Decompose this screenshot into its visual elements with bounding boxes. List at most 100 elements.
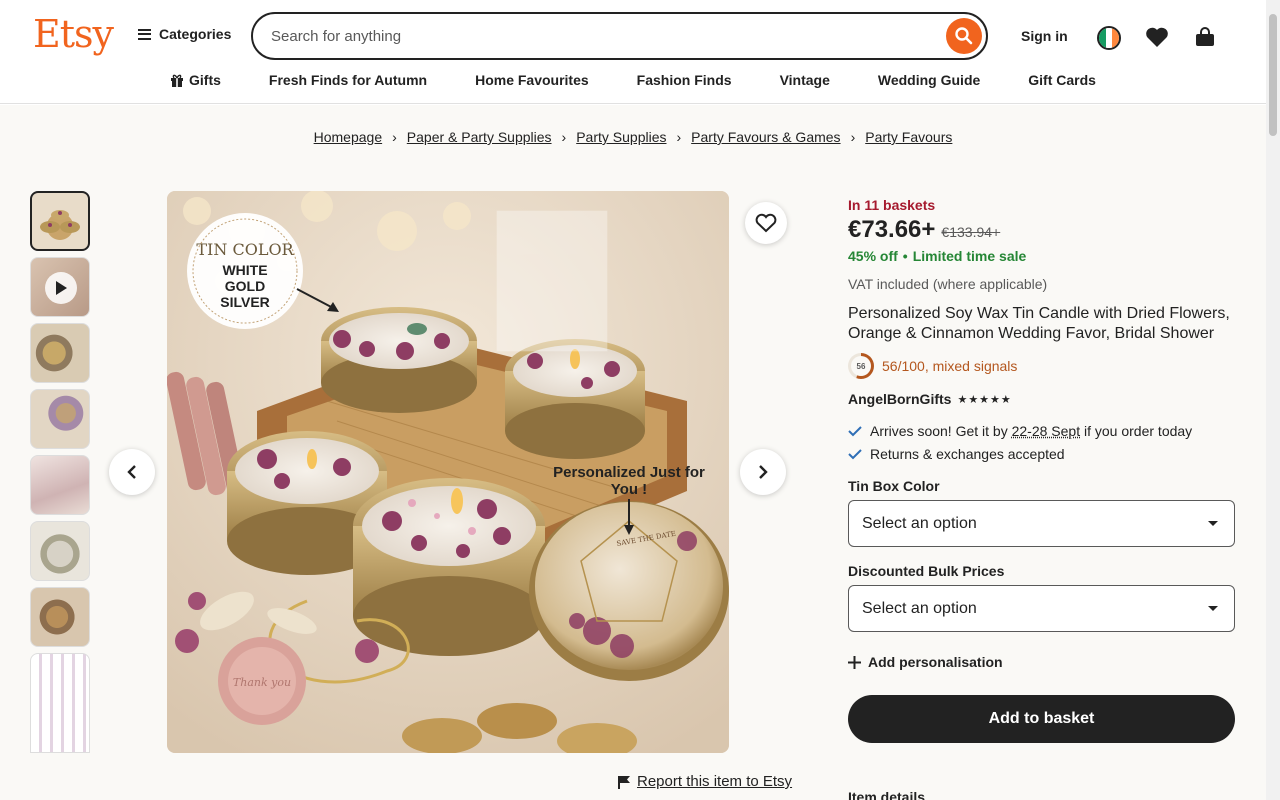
nav-wedding-guide[interactable]: Wedding Guide [878,72,980,88]
badge-gold: GOLD [225,278,265,294]
score-row[interactable]: 56 56/100, mixed signals [848,353,1236,379]
checkmark-icon [848,449,862,460]
thumbnail-5[interactable] [30,455,90,515]
original-price: €133.94+ [941,224,1001,240]
shop-rating-stars: ★★★★★ [957,393,1012,406]
arrival-dates[interactable]: 22-28 Sept [1012,423,1081,439]
candle-thumb-image [40,210,80,233]
badge-white: WHITE [222,262,267,278]
discount-percent: 45% off [848,248,898,264]
shop-name: AngelBornGifts [848,391,952,407]
basket-icon[interactable] [1192,24,1218,50]
arrival-prefix: Arrives soon! Get it by [870,423,1012,439]
favorite-button[interactable] [745,202,787,244]
sub-navigation: Gifts Fresh Finds for Autumn Home Favour… [0,72,1266,88]
vat-note: VAT included (where applicable) [848,276,1048,292]
search-button[interactable] [946,18,982,54]
sign-in-link[interactable]: Sign in [1021,28,1068,44]
scrollbar-thumb[interactable] [1269,14,1277,136]
nav-fresh-finds[interactable]: Fresh Finds for Autumn [269,72,427,88]
search-bar [251,12,988,60]
plus-icon [848,655,861,669]
svg-text:Thank you: Thank you [233,676,291,689]
report-item-link[interactable]: Report this item to Etsy [617,773,792,790]
caret-down-icon [1208,521,1218,526]
chevron-right-icon: › [676,129,682,145]
breadcrumb-paper-party[interactable]: Paper & Party Supplies [407,129,552,145]
tin-box-color-select[interactable]: Select an option [848,500,1235,547]
nav-home-favourites[interactable]: Home Favourites [475,72,589,88]
chevron-right-icon: › [392,129,397,145]
gift-icon [171,74,184,87]
caret-down-icon [1208,606,1218,611]
score-badge: 56 [851,356,871,376]
categories-button[interactable]: Categories [138,26,231,42]
add-to-basket-button[interactable]: Add to basket [848,695,1235,743]
candle-photo-illustration: SAVE THE DATE Thank you TIN COLOR WHITE … [167,191,729,753]
main-product-image[interactable]: SAVE THE DATE Thank you TIN COLOR WHITE … [167,191,729,753]
arrival-suffix: if you order today [1080,423,1193,439]
thumbnail-video[interactable] [30,257,90,317]
item-details-heading[interactable]: Item details [848,789,1236,800]
thumbnail-1[interactable] [30,191,90,251]
categories-label: Categories [159,26,232,42]
thumbnail-7[interactable] [30,587,90,647]
chevron-right-icon: › [561,129,567,145]
thumbnail-6[interactable] [30,521,90,581]
bulk-prices-value: Select an option [862,599,977,617]
chevron-left-icon [127,465,136,479]
listing-page: Homepage › Paper & Party Supplies › Part… [0,105,1266,800]
breadcrumb-party-favours-games[interactable]: Party Favours & Games [691,129,840,145]
breadcrumb-homepage[interactable]: Homepage [314,129,383,145]
etsy-logo[interactable]: Etsy [33,12,114,56]
nav-vintage[interactable]: Vintage [780,72,830,88]
listing-title: Personalized Soy Wax Tin Candle with Dri… [848,305,1230,342]
chevron-right-icon [759,465,768,479]
thumbnail-4[interactable] [30,389,90,449]
thumbnail-strip [30,191,90,753]
badge-tin-color: TIN COLOR [196,240,294,259]
menu-icon [138,28,151,40]
returns-row: Returns & exchanges accepted [848,446,1236,462]
thumbnail-8[interactable] [30,653,90,753]
listing-info-panel: In 11 baskets €73.66+ €133.94+ 45% off • L… [848,197,1236,800]
nav-gifts[interactable]: Gifts [170,72,221,88]
chevron-right-icon: › [850,129,856,145]
bulk-prices-select[interactable]: Select an option [848,585,1235,632]
current-price: €73.66+ [848,216,936,243]
price-row: €73.66+ €133.94+ [848,216,1236,244]
shop-row[interactable]: AngelBornGifts ★★★★★ [848,391,1236,407]
nav-fashion-finds[interactable]: Fashion Finds [637,72,732,88]
next-image-button[interactable] [740,449,786,495]
previous-image-button[interactable] [109,449,155,495]
breadcrumb: Homepage › Paper & Party Supplies › Part… [0,129,1266,145]
arrival-row: Arrives soon! Get it by 22-28 Sept if yo… [848,423,1236,439]
site-header: Etsy Categories Sign in Gifts Fresh Find… [0,0,1266,104]
search-input[interactable] [271,25,931,47]
heart-outline-icon [755,213,777,233]
nav-gifts-label: Gifts [189,72,221,88]
add-personalisation-button[interactable]: Add personalisation [848,654,1236,670]
sale-label: Limited time sale [912,248,1027,264]
ireland-flag-icon[interactable] [1097,26,1121,50]
thumbnail-3[interactable] [30,323,90,383]
returns-text: Returns & exchanges accepted [870,446,1065,462]
page-scrollbar[interactable] [1266,0,1280,800]
breadcrumb-party-supplies[interactable]: Party Supplies [576,129,666,145]
tin-box-color-label: Tin Box Color [848,478,940,494]
tin-box-color-value: Select an option [862,514,977,532]
checkmark-icon [848,426,862,437]
breadcrumb-party-favours[interactable]: Party Favours [865,129,952,145]
score-text: 56/100, mixed signals [882,358,1018,374]
photo-caption-line2: You ! [611,481,647,498]
bulk-prices-label: Discounted Bulk Prices [848,563,1005,579]
add-personalisation-label: Add personalisation [868,654,1003,670]
favorites-heart-icon[interactable] [1144,24,1170,50]
nav-gift-cards[interactable]: Gift Cards [1028,72,1096,88]
score-ring-icon: 56 [848,353,874,379]
search-icon [955,27,973,45]
flag-icon [618,775,630,789]
report-item-label: Report this item to Etsy [637,773,793,790]
badge-silver: SILVER [220,294,270,310]
play-icon [45,272,77,304]
